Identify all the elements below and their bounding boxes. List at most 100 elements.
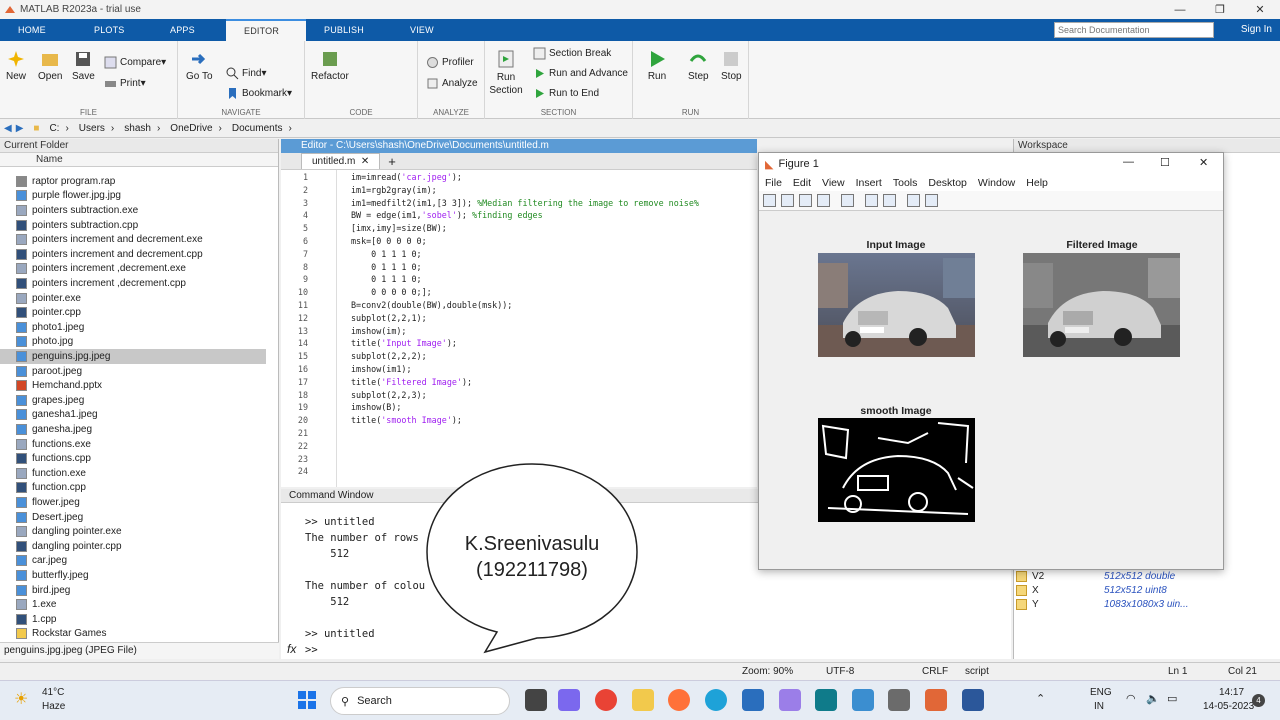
breadcrumb-users[interactable]: Users	[79, 123, 105, 134]
file-list-item[interactable]: function.cpp	[16, 481, 86, 496]
raptor-icon[interactable]	[888, 689, 910, 711]
file-list-item[interactable]: function.exe	[16, 466, 86, 481]
file-list-item[interactable]: dangling pointer.exe	[16, 524, 122, 539]
code-line[interactable]: 5 [imx,imy]=size(BW);	[281, 223, 447, 236]
code-line[interactable]: 16 imshow(im1);	[281, 364, 412, 377]
file-list-item[interactable]: raptor program.rap	[16, 174, 115, 189]
new-figure-icon[interactable]	[763, 194, 776, 207]
print-figure-icon[interactable]	[817, 194, 830, 207]
file-list-item[interactable]: pointer.exe	[16, 291, 81, 306]
analyze-button[interactable]: Analyze	[426, 77, 478, 90]
pointer-icon[interactable]	[907, 194, 920, 207]
app-icon[interactable]	[815, 689, 837, 711]
colorbar-icon[interactable]	[865, 194, 878, 207]
code-line[interactable]: 12 subplot(2,2,1);	[281, 313, 427, 326]
file-list-item[interactable]: purple flower.jpg.jpg	[16, 189, 121, 204]
sign-in-link[interactable]: Sign In	[1241, 24, 1272, 35]
file-list-item[interactable]: pointer.cpp	[16, 305, 81, 320]
tab-untitled-m[interactable]: untitled.m ✕	[301, 153, 381, 169]
file-list-item[interactable]: 1.exe	[16, 597, 56, 612]
breadcrumb-drive[interactable]: C:	[49, 123, 59, 134]
file-list-item[interactable]: Rockstar Games	[16, 627, 106, 642]
file-list-item[interactable]: pointers increment and decrement.exe	[16, 232, 203, 247]
compare-button[interactable]: Compare ▾	[104, 56, 166, 69]
file-list-item[interactable]: Hemchand.pptx	[16, 378, 102, 393]
close-button[interactable]: ✕	[1240, 0, 1280, 19]
code-line[interactable]: 22	[281, 441, 351, 454]
go-to-button[interactable]: Go To	[186, 49, 213, 82]
code-line[interactable]: 9 0 1 1 1 0;	[281, 274, 422, 287]
run-and-advance-button[interactable]: Run and Advance	[533, 67, 628, 80]
workspace-variable[interactable]: Y 1083x1080x3 uin...	[1016, 597, 1189, 611]
run-button[interactable]: Run	[647, 49, 667, 82]
code-line[interactable]: 21	[281, 428, 351, 441]
code-line[interactable]: 7 0 1 1 1 0;	[281, 249, 422, 262]
workspace-variable[interactable]: X 512x512 uint8	[1016, 583, 1167, 597]
file-list-item[interactable]: ganesha1.jpeg	[16, 408, 98, 423]
menu-help[interactable]: Help	[1026, 177, 1048, 189]
back-icon[interactable]: ◀	[4, 123, 12, 134]
open-button[interactable]: Open	[38, 49, 62, 82]
menu-desktop[interactable]: Desktop	[928, 177, 967, 189]
run-to-end-button[interactable]: Run to End	[533, 87, 599, 100]
menu-tools[interactable]: Tools	[893, 177, 918, 189]
teams-icon[interactable]	[558, 689, 580, 711]
file-list-item[interactable]: bird.jpeg	[16, 583, 70, 598]
file-list-item[interactable]: Desert.jpeg	[16, 510, 83, 525]
maximize-button[interactable]: ❐	[1200, 0, 1240, 19]
link-plot-icon[interactable]	[841, 194, 854, 207]
volume-icon[interactable]: 🔈	[1146, 692, 1160, 705]
notification-badge[interactable]: 4	[1252, 694, 1265, 707]
open-file-icon[interactable]	[781, 194, 794, 207]
figure-minimize-button[interactable]: —	[1123, 156, 1134, 168]
code-line[interactable]: 4 BW = edge(im1,'sobel'); %finding edges	[281, 210, 543, 223]
save-figure-icon[interactable]	[799, 194, 812, 207]
find-button[interactable]: Find ▾	[226, 67, 266, 80]
file-list-item[interactable]: 1.cpp	[16, 612, 56, 627]
file-list-item[interactable]: penguins.jpg.jpeg	[0, 349, 266, 364]
profiler-button[interactable]: Profiler	[426, 56, 474, 69]
new-button[interactable]: New	[6, 49, 26, 82]
file-list-item[interactable]: ganesha.jpeg	[16, 422, 92, 437]
menu-file[interactable]: File	[765, 177, 782, 189]
tab-home[interactable]: HOME	[0, 19, 76, 41]
file-list-item[interactable]: car.jpeg	[16, 554, 67, 569]
figure-close-button[interactable]: ✕	[1199, 156, 1208, 169]
menu-view[interactable]: View	[822, 177, 845, 189]
file-list-item[interactable]: paroot.jpeg	[16, 364, 82, 379]
property-inspector-icon[interactable]	[925, 194, 938, 207]
print-button[interactable]: Print ▾	[104, 77, 146, 90]
code-line[interactable]: 24	[281, 466, 351, 479]
file-list-item[interactable]: grapes.jpeg	[16, 393, 84, 408]
code-line[interactable]: 8 0 1 1 1 0;	[281, 262, 422, 275]
file-list-item[interactable]: pointers increment ,decrement.cpp	[16, 276, 186, 291]
taskbar-search[interactable]: ⚲ Search	[330, 687, 510, 715]
matlab-taskbar-icon[interactable]	[925, 689, 947, 711]
minimize-button[interactable]: —	[1160, 0, 1200, 19]
figure-maximize-button[interactable]: ☐	[1160, 156, 1170, 169]
code-line[interactable]: 15 subplot(2,2,2);	[281, 351, 427, 364]
file-list-item[interactable]: photo1.jpeg	[16, 320, 84, 335]
menu-insert[interactable]: Insert	[856, 177, 882, 189]
stop-button[interactable]: Stop	[721, 49, 742, 82]
command-prompt[interactable]: >>	[305, 644, 318, 656]
breadcrumb-documents[interactable]: Documents	[232, 123, 283, 134]
tab-editor[interactable]: EDITOR	[226, 19, 306, 41]
code-line[interactable]: 6 msk=[0 0 0 0 0;	[281, 236, 427, 249]
code-line[interactable]: 18 subplot(2,2,3);	[281, 390, 427, 403]
word-icon[interactable]	[962, 689, 984, 711]
section-break-button[interactable]: Section Break	[533, 47, 611, 60]
copilot-icon[interactable]	[779, 689, 801, 711]
file-list-item[interactable]: functions.exe	[16, 437, 91, 452]
chrome-icon[interactable]	[595, 689, 617, 711]
code-line[interactable]: 13 imshow(im);	[281, 326, 407, 339]
breadcrumb-shash[interactable]: shash	[124, 123, 151, 134]
weather-temp[interactable]: 41°C	[42, 687, 64, 698]
code-line[interactable]: 10 0 0 0 0 0;];	[281, 287, 432, 300]
file-list-item[interactable]: flower.jpeg	[16, 495, 80, 510]
task-view-icon[interactable]	[525, 689, 547, 711]
legend-icon[interactable]	[883, 194, 896, 207]
file-explorer-icon[interactable]	[632, 689, 654, 711]
wifi-icon[interactable]: ◠	[1126, 692, 1136, 705]
windows-start-icon[interactable]	[297, 690, 317, 710]
